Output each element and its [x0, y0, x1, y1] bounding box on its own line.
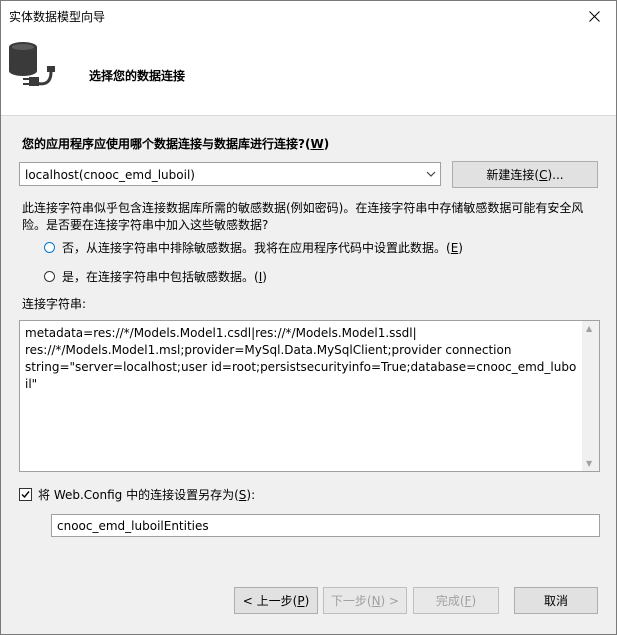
include-sensitive-label: 是，在连接字符串中包括敏感数据。(I) — [62, 270, 267, 284]
new-connection-button[interactable]: 新建连接(C)... — [452, 161, 598, 188]
title-bar: 实体数据模型向导 — [1, 1, 616, 31]
checkmark-icon — [21, 491, 30, 499]
scroll-up-icon[interactable]: ▲ — [586, 324, 592, 333]
exclude-sensitive-radio[interactable] — [44, 242, 55, 253]
finish-button[interactable]: 完成(F) — [413, 587, 499, 614]
connection-string-label: 连接字符串: — [22, 297, 87, 311]
scroll-down-icon[interactable]: ▼ — [586, 459, 592, 468]
save-config-label: 将 Web.Config 中的连接设置另存为(S): — [38, 488, 256, 502]
wizard-window: 实体数据模型向导 选择您的数据连接 您的应用程序应使用哪个数据连接与数据库进行连… — [0, 0, 617, 635]
database-plug-icon — [9, 42, 55, 86]
entity-name-input[interactable]: cnooc_emd_luboilEntities — [51, 514, 600, 537]
connection-string-box[interactable]: metadata=res://*/Models.Model1.csdl|res:… — [19, 320, 600, 472]
vertical-scrollbar[interactable]: ▲ ▼ — [582, 321, 599, 471]
cancel-button[interactable]: 取消 — [514, 587, 598, 614]
wizard-header: 选择您的数据连接 — [1, 31, 616, 116]
save-config-option[interactable]: 将 Web.Config 中的连接设置另存为(S): — [19, 486, 255, 503]
connection-string-text: metadata=res://*/Models.Model1.csdl|res:… — [25, 326, 577, 391]
exclude-sensitive-label: 否，从连接字符串中排除敏感数据。我将在应用程序代码中设置此数据。(E) — [62, 241, 463, 255]
sensitive-data-warning: 此连接字符串似乎包含连接数据库所需的敏感数据(例如密码)。在连接字符串中存储敏感… — [22, 201, 584, 232]
page-title: 选择您的数据连接 — [89, 69, 186, 83]
next-button[interactable]: 下一步(N) > — [323, 587, 407, 614]
include-sensitive-radio[interactable] — [44, 271, 55, 282]
connection-select-value: localhost(cnooc_emd_luboil) — [25, 168, 195, 182]
connection-select[interactable]: localhost(cnooc_emd_luboil) — [19, 162, 441, 186]
exclude-sensitive-option[interactable]: 否，从连接字符串中排除敏感数据。我将在应用程序代码中设置此数据。(E) — [44, 239, 463, 256]
window-title: 实体数据模型向导 — [9, 10, 106, 24]
include-sensitive-option[interactable]: 是，在连接字符串中包括敏感数据。(I) — [44, 268, 267, 285]
back-button[interactable]: < 上一步(P) — [234, 587, 318, 614]
close-icon — [588, 10, 600, 22]
chevron-down-icon — [426, 171, 436, 177]
entity-name-value: cnooc_emd_luboilEntities — [57, 519, 209, 533]
close-button[interactable] — [572, 1, 616, 31]
connection-question: 您的应用程序应使用哪个数据连接与数据库进行连接?(W) — [22, 137, 330, 151]
save-config-checkbox[interactable] — [19, 488, 32, 501]
